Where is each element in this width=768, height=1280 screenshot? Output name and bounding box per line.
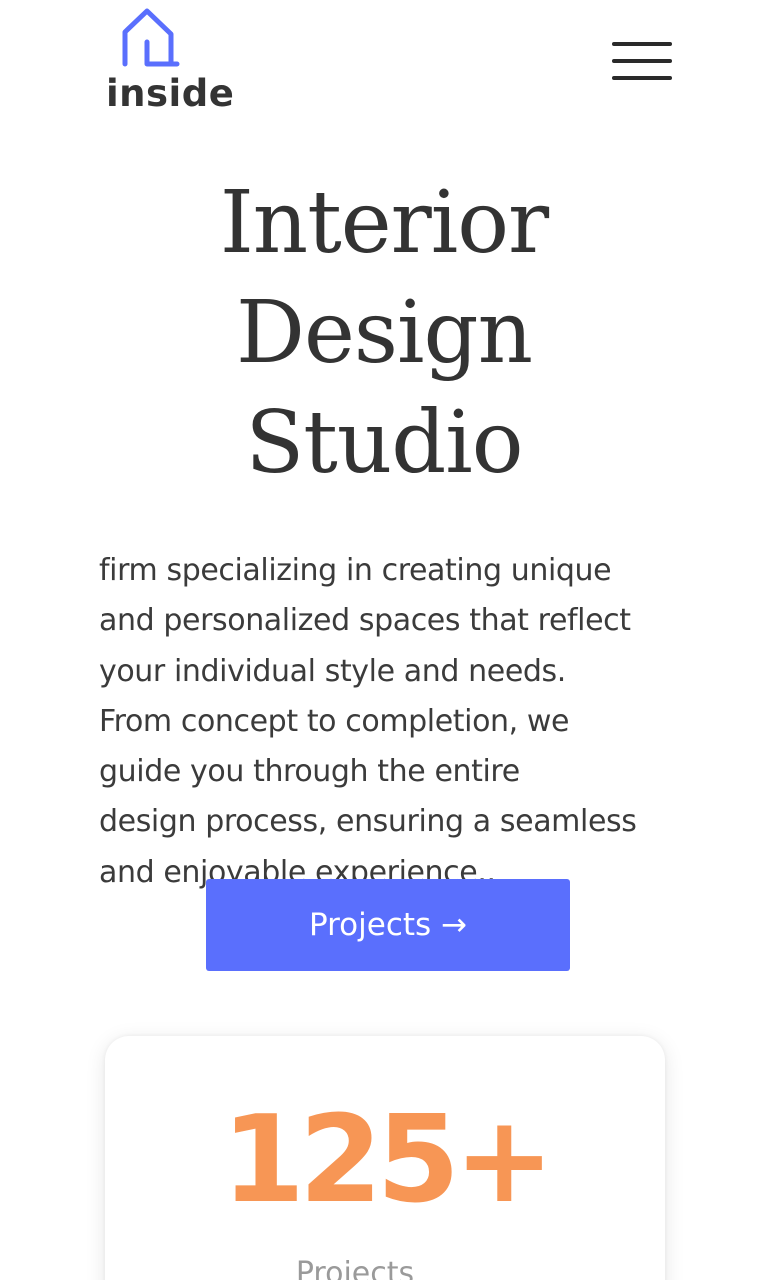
description-line: and personalized spaces that reflect bbox=[99, 603, 631, 639]
hero-title-line: Studio bbox=[245, 393, 523, 493]
logo[interactable]: inside bbox=[104, 6, 234, 115]
menu-bar-top bbox=[612, 42, 672, 46]
menu-bar-bottom bbox=[612, 76, 672, 80]
description-line: design process, ensuring a seamless bbox=[99, 804, 637, 840]
logo-text: inside bbox=[106, 72, 235, 115]
hamburger-menu-icon[interactable] bbox=[606, 36, 676, 88]
stat-number: 125+ bbox=[221, 1091, 554, 1230]
description-line: firm specializing in creating unique bbox=[99, 553, 612, 588]
description-line: From concept to completion, we bbox=[99, 703, 570, 739]
hero-title-line: Design bbox=[236, 283, 533, 383]
hero-description: firm specializing in creating unique and… bbox=[99, 546, 689, 898]
menu-bar-middle bbox=[612, 59, 672, 63]
house-outline-icon bbox=[122, 8, 180, 67]
projects-button[interactable]: Projects → bbox=[206, 879, 570, 971]
description-line: guide you through the entire bbox=[99, 754, 520, 790]
hero-title: Interior Design Studio bbox=[0, 168, 768, 498]
stat-card: 125+ Projects bbox=[105, 1036, 665, 1280]
hero-title-line: Interior bbox=[219, 173, 549, 273]
description-line: your individual style and needs. bbox=[99, 653, 566, 689]
stat-label: Projects bbox=[295, 1256, 415, 1280]
